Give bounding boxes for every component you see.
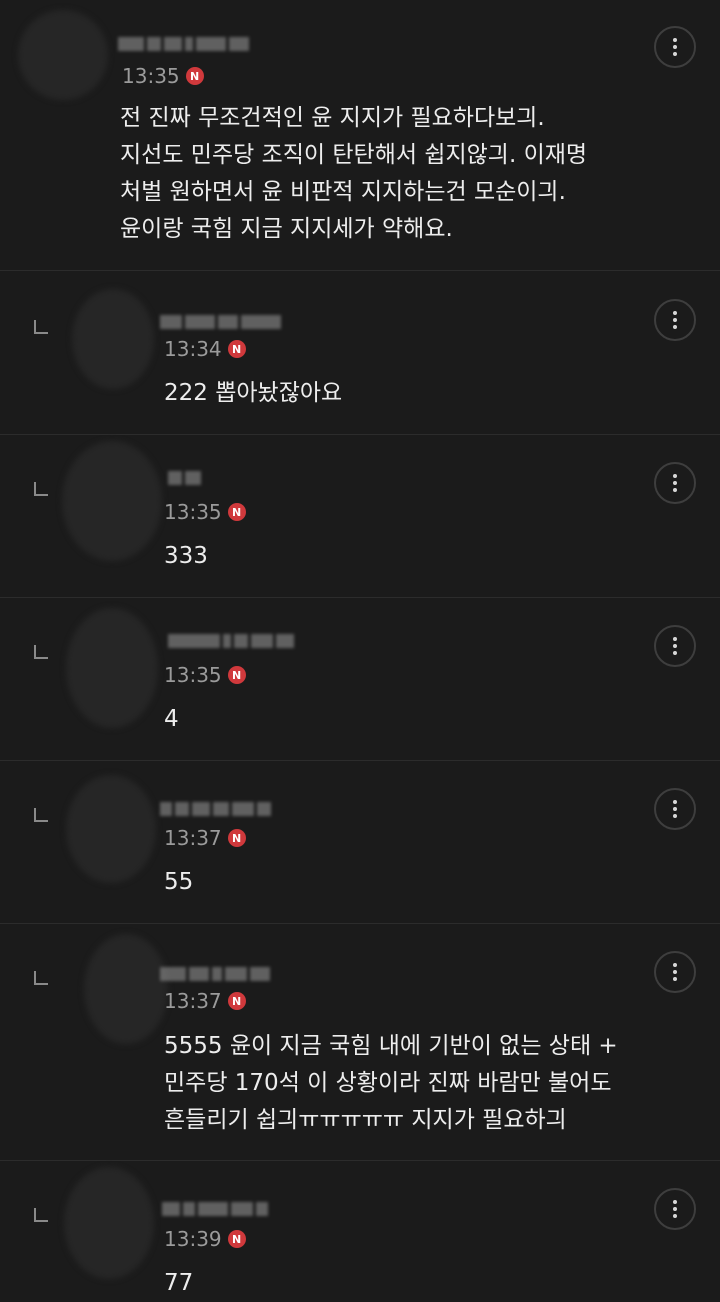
avatar[interactable] [72,289,154,389]
new-badge-icon: N [227,666,246,684]
comment-text: 55 [164,869,194,895]
comment-meta: 13:35 N [164,663,246,687]
more-options-button[interactable] [654,1188,696,1230]
comment-meta: 13:37 N [164,989,246,1013]
comment-meta: 13:34 N [164,337,246,361]
comment-text: 222 뽑아놨잖아요 [164,380,343,406]
avatar[interactable] [66,775,156,883]
author-name-blurred[interactable] [160,312,281,332]
comment-text: 4 [164,706,179,732]
reply-arrow-icon [34,808,48,822]
more-options-button[interactable] [654,462,696,504]
comment-meta: 13:35 N [164,500,246,524]
comment-meta: 13:37 N [164,826,246,850]
more-options-button[interactable] [654,788,696,830]
avatar[interactable] [18,10,108,100]
comment-time: 13:35 [122,64,180,88]
comment-meta: 13:39 N [164,1227,246,1251]
comment-time: 13:39 [164,1227,222,1251]
reply-item: 13:35 N 333 [0,435,720,598]
more-options-button[interactable] [654,625,696,667]
comment-time: 13:37 [164,826,222,850]
avatar[interactable] [62,441,162,561]
more-options-button[interactable] [654,951,696,993]
comment-text: 333 [164,543,208,569]
reply-item: 13:35 N 4 [0,598,720,761]
comment-time: 13:34 [164,337,222,361]
author-name-blurred[interactable] [162,1199,268,1219]
author-name-blurred[interactable] [168,468,201,488]
new-badge-icon: N [227,992,246,1010]
author-name-blurred[interactable] [160,799,271,819]
reply-arrow-icon [34,1208,48,1222]
new-badge-icon: N [227,503,246,521]
avatar[interactable] [84,934,168,1044]
comment-text: 77 [164,1270,194,1296]
more-options-button[interactable] [654,299,696,341]
reply-arrow-icon [34,320,48,334]
reply-arrow-icon [34,482,48,496]
reply-item: 13:37 N 55 [0,761,720,924]
comment-item: 13:35 N 전 진짜 무조건적인 윤 지지가 필요하다보긔. 지선도 민주당… [0,0,720,271]
new-badge-icon: N [227,340,246,358]
avatar[interactable] [64,1167,154,1279]
comment-time: 13:37 [164,989,222,1013]
new-badge-icon: N [185,67,204,85]
new-badge-icon: N [227,829,246,847]
author-name-blurred[interactable] [160,964,270,984]
comment-time: 13:35 [164,500,222,524]
avatar[interactable] [66,608,158,728]
author-name-blurred[interactable] [118,34,249,54]
reply-arrow-icon [34,645,48,659]
author-name-blurred[interactable] [168,631,294,651]
reply-arrow-icon [34,971,48,985]
comment-time: 13:35 [164,663,222,687]
new-badge-icon: N [227,1230,246,1248]
more-options-button[interactable] [654,26,696,68]
reply-item: 13:39 N 77 [0,1161,720,1296]
comment-text: 전 진짜 무조건적인 윤 지지가 필요하다보긔. 지선도 민주당 조직이 탄탄해… [120,105,588,242]
comment-meta: 13:35 N [122,64,204,88]
reply-item: 13:37 N 5555 윤이 지금 국힘 내에 기반이 없는 상태 + 민주당… [0,924,720,1161]
reply-item: 13:34 N 222 뽑아놨잖아요 [0,271,720,435]
comment-text: 5555 윤이 지금 국힘 내에 기반이 없는 상태 + 민주당 170석 이 … [164,1033,618,1133]
